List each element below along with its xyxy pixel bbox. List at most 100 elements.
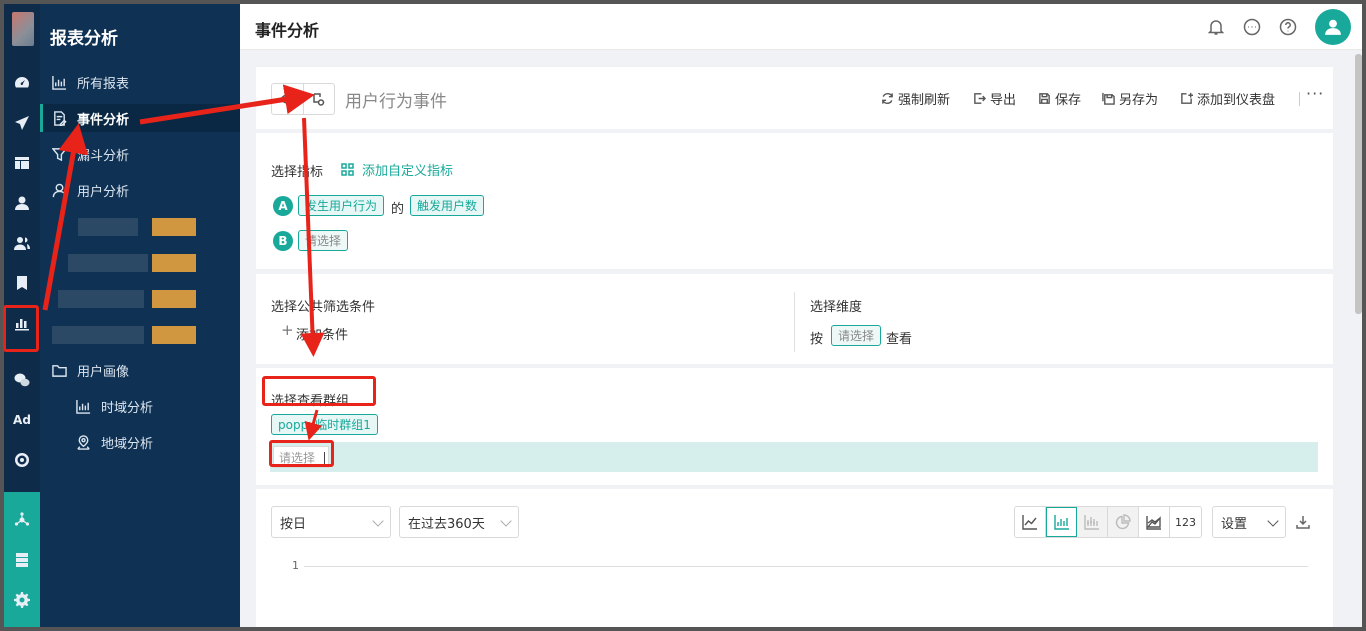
network-icon[interactable] [4,508,40,532]
settings-label: 设置 [1221,516,1248,532]
sidebar-item-all-reports[interactable]: 所有报表 [40,68,240,96]
user-icon[interactable] [4,191,40,215]
funnel-icon [52,147,67,161]
sidebar-item-user-analysis[interactable]: 用户分析 [40,176,240,204]
by-label: 按 [810,332,824,347]
event-settings-icon[interactable] [302,84,335,114]
event-name[interactable]: 用户行为事件 [345,87,447,112]
range-select[interactable]: 在过去360天 [399,506,519,538]
chart-type-switcher: 123 [1014,506,1202,538]
group-input-row: 请选择 [270,442,1318,472]
layout-icon[interactable] [4,151,40,175]
wechat-icon[interactable] [4,368,40,392]
range-value: 在过去360天 [408,516,485,532]
granularity-select[interactable]: 按日 [271,506,391,538]
server-icon[interactable] [4,548,40,572]
ad-icon[interactable]: Ad [4,408,40,432]
bar-chart-icon[interactable] [1046,507,1077,537]
sidebar-item-region-analysis[interactable]: 地域分析 [40,428,240,456]
add-condition-link[interactable]: 添加条件 [296,324,348,343]
chevron-down-icon [1267,515,1279,527]
sidebar-item-label: 所有报表 [77,76,130,92]
user-icon [52,183,67,197]
add-custom-metric-label: 添加自定义指标 [362,164,454,179]
sidebar-item-label: 用户画像 [77,364,130,380]
gear-icon[interactable] [4,588,40,612]
highlight-box-rail [3,305,39,352]
pie-chart-icon[interactable] [1108,507,1139,537]
add-custom-metric-link[interactable]: 添加自定义指标 [341,160,453,179]
help-icon[interactable] [1279,18,1297,36]
metrics-section: 选择指标 添加自定义指标 A 发生用户行为 的 触发用户数 B 请选择 [256,133,1333,269]
export-icon [974,93,986,104]
section-divider [794,292,795,352]
metrics-title: 选择指标 [271,165,324,180]
save-as-icon [1102,92,1115,105]
force-refresh-button[interactable]: 强制刷新 [881,89,950,108]
top-header: 事件分析 [240,4,1362,50]
highlight-box-groups-title [262,376,376,406]
area-chart-icon[interactable] [1139,507,1170,537]
force-refresh-label: 强制刷新 [898,93,951,108]
folder-icon [52,364,67,377]
dashboard-icon[interactable] [4,71,40,95]
more-button[interactable]: ··· [1306,84,1324,103]
sidebar-item-label: 地域分析 [101,436,154,452]
target-icon[interactable] [4,448,40,472]
sidebar-item-funnel-analysis[interactable]: 漏斗分析 [40,140,240,168]
selected-group-tag[interactable]: poppy临时群组1 [271,414,378,435]
chart-section: 按日 在过去360天 123 设置 1 [256,489,1333,627]
metric-connector: 的 [391,202,405,217]
filters-title: 选择公共筛选条件 [271,300,376,315]
settings-select[interactable]: 设置 [1212,506,1286,538]
save-as-label: 另存为 [1119,93,1159,108]
eye-icon[interactable] [272,84,303,114]
sidebar-item-event-analysis[interactable]: 事件分析 [40,104,240,132]
metric-badge-a: A [273,196,293,216]
sidebar-item-user-profile[interactable]: 用户画像 [40,356,240,384]
view-toggle[interactable] [271,83,335,115]
plus-icon[interactable]: + [281,321,294,339]
grid-icon [341,163,354,176]
save-as-button[interactable]: 另存为 [1102,89,1158,108]
sidebar-item-label: 漏斗分析 [77,148,130,164]
rail-bottom-group [4,492,40,627]
sidebar-item-label: 事件分析 [77,112,130,128]
line-chart-icon[interactable] [1015,507,1046,537]
measure-selector[interactable]: 触发用户数 [410,195,485,216]
download-icon[interactable] [1296,515,1310,529]
stacked-bar-icon[interactable] [1077,507,1108,537]
sidebar-item-time-analysis[interactable]: 时域分析 [40,392,240,420]
location-icon [77,434,90,450]
save-button[interactable]: 保存 [1038,89,1081,108]
sidebar-title: 报表分析 [50,29,118,49]
add-to-dashboard-label: 添加到仪表盘 [1197,93,1276,108]
app-window: Ad 报表分析 所有报表 事件分析 漏斗分析 用户分析 用户画像 时域分析 地域… [4,4,1362,627]
users-icon[interactable] [4,231,40,255]
bell-icon[interactable] [1207,18,1225,36]
dimension-selector[interactable]: 请选择 [831,325,882,346]
sidebar-item-label: 时域分析 [101,400,154,416]
sidebar-item-label: 用户分析 [77,184,130,200]
dimension-title: 选择维度 [810,300,863,315]
bookmark-icon[interactable] [4,271,40,295]
metric-badge-b: B [273,231,293,251]
avatar[interactable] [1315,9,1351,45]
add-to-dashboard-button[interactable]: 添加到仪表盘 [1180,89,1275,108]
number-view-icon[interactable]: 123 [1170,507,1201,537]
metric-b-selector[interactable]: 请选择 [298,230,349,251]
behavior-selector[interactable]: 发生用户行为 [298,195,385,216]
filters-section: 选择公共筛选条件 + 添加条件 选择维度 按 请选择 查看 [256,274,1333,364]
app-logo [12,12,34,46]
chevron-down-icon [500,515,512,527]
page-scrollbar[interactable] [1355,54,1362,314]
redacted-item [48,216,228,238]
refresh-icon [882,93,893,104]
redacted-item [48,252,228,274]
highlight-box-group-input [269,440,334,467]
chat-icon[interactable] [1243,18,1261,36]
export-button[interactable]: 导出 [973,89,1016,108]
granularity-value: 按日 [280,516,307,532]
edit-doc-icon [54,110,67,126]
send-icon[interactable] [4,111,40,135]
